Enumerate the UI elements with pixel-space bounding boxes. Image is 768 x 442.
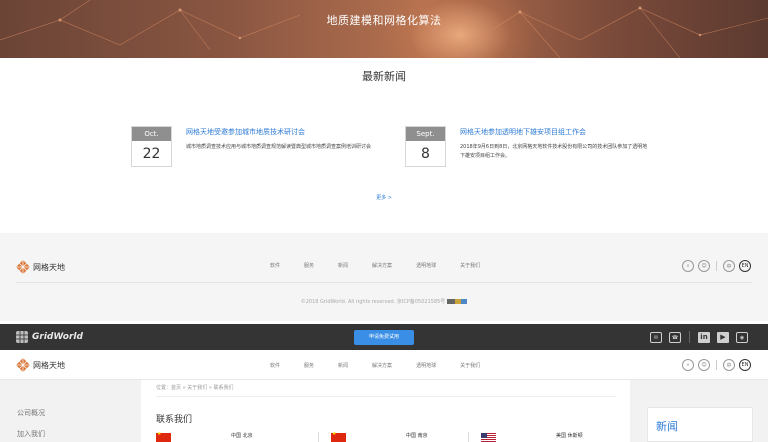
nav-item-software[interactable]: 软件 (270, 262, 280, 269)
side-menu-item-company-overview[interactable]: 公司概况 (17, 408, 45, 418)
nav-item-services[interactable]: 服务 (304, 262, 314, 269)
news-title-link[interactable]: 网格天地参加透明地下雄安项目组工作会 (460, 127, 586, 137)
gridworld-logo-icon (16, 331, 28, 343)
side-panel-title[interactable]: 新闻 (656, 418, 678, 434)
divider (716, 261, 717, 271)
nav-item-software[interactable]: 软件 (270, 362, 280, 369)
gridworld-logo-text: GridWorld (32, 332, 83, 342)
social-icons: ✉ ☎ in ▶ ◉ (643, 331, 748, 343)
logo-text: 网格天地 (33, 262, 65, 272)
police-badge-icon (447, 299, 468, 304)
content-area: 公司概况 加入我们 位置：首页 » 关于我们 » 联系我们 联系我们 中国 北京… (0, 380, 768, 442)
news-side-panel: 新闻 (647, 407, 753, 442)
logo-icon (16, 260, 30, 274)
nav-links: 软件 服务 新闻 解决方案 透明地球 关于我们 (270, 262, 504, 269)
page-title: 联系我们 (156, 415, 193, 425)
main-panel: 位置：首页 » 关于我们 » 联系我们 联系我们 中国 北京 中国 南京 美国 … (141, 380, 630, 442)
linkedin-icon[interactable]: in (698, 331, 710, 343)
office-city: 美国 休斯顿 (556, 433, 583, 439)
divider (716, 360, 717, 370)
logo-icon (16, 358, 30, 372)
divider (689, 331, 690, 343)
section-heading: 最新新闻 (362, 70, 406, 83)
nav-item-transparent-earth[interactable]: 透明地球 (416, 362, 436, 369)
hero-network-graphic (0, 0, 768, 58)
divider (318, 432, 319, 442)
search-icon[interactable]: ⌕ (682, 260, 694, 272)
footer: 网格天地 软件 服务 新闻 解决方案 透明地球 关于我们 ⌕ ☺ 中 EN ©2… (0, 233, 768, 321)
divider (468, 432, 469, 442)
logo[interactable]: 网格天地 (16, 357, 65, 373)
china-flag-icon (156, 431, 171, 442)
office-city: 中国 北京 (231, 433, 253, 439)
calendar-date: Oct. 22 (131, 126, 172, 167)
nav-item-services[interactable]: 服务 (304, 362, 314, 369)
hero-title: 地质建模和网格化算法 (326, 14, 442, 27)
lang-cn-button[interactable]: 中 (723, 260, 735, 272)
hero-banner: 地质建模和网格化算法 (0, 0, 768, 58)
contact-card-icon[interactable]: ☎ (669, 331, 681, 343)
mail-icon[interactable]: ✉ (650, 331, 662, 343)
office-city: 中国 南京 (406, 433, 428, 439)
nav-item-news[interactable]: 新闻 (338, 262, 348, 269)
top-bar: GridWorld 申请免费试用 ✉ ☎ in ▶ ◉ (0, 324, 768, 350)
news-title-link[interactable]: 网格天地受邀参加城市地质技术研讨会 (186, 127, 305, 137)
office-item: 美国 休斯顿 (468, 432, 636, 442)
youtube-icon[interactable]: ▶ (717, 331, 729, 343)
calendar-day: 8 (421, 146, 430, 162)
side-menu: 公司概况 加入我们 (17, 408, 45, 442)
calendar-month: Oct. (132, 127, 171, 141)
breadcrumb: 位置：首页 » 关于我们 » 联系我们 (156, 385, 234, 391)
footer-nav: 网格天地 软件 服务 新闻 解决方案 透明地球 关于我们 ⌕ ☺ 中 EN (0, 251, 768, 283)
usa-flag-icon (481, 433, 496, 442)
nav-tools: ⌕ ☺ 中 EN (678, 260, 751, 272)
logo[interactable]: 网格天地 (16, 259, 65, 275)
china-flag-icon (331, 431, 346, 442)
copyright: ©2018 GridWorld. All rights reserved. 京I… (0, 298, 768, 305)
nav-item-news[interactable]: 新闻 (338, 362, 348, 369)
nav-item-transparent-earth[interactable]: 透明地球 (416, 262, 436, 269)
calendar-month: Sept. (406, 127, 445, 141)
user-icon[interactable]: ☺ (698, 260, 710, 272)
nav-links: 软件 服务 新闻 解决方案 透明地球 关于我们 (270, 362, 504, 369)
office-item: 中国 北京 (156, 431, 311, 442)
side-menu-item-join-us[interactable]: 加入我们 (17, 429, 45, 439)
nav-tools: ⌕ ☺ 中 EN (678, 359, 751, 371)
lang-en-button[interactable]: EN (739, 359, 751, 371)
latest-news-section: 最新新闻 Oct. 22 网格天地受邀参加城市地质技术研讨会 城市地质调查技术应… (0, 58, 768, 233)
logo-text: 网格天地 (33, 360, 65, 370)
divider (156, 396, 616, 397)
more-news-link[interactable]: 更多 > (0, 194, 768, 201)
nav-item-solutions[interactable]: 解决方案 (372, 262, 392, 269)
copyright-text: ©2018 GridWorld. All rights reserved. 京I… (300, 299, 446, 305)
gridworld-logo[interactable]: GridWorld (16, 331, 83, 343)
search-icon[interactable]: ⌕ (682, 359, 694, 371)
lang-en-button[interactable]: EN (739, 260, 751, 272)
nav-item-solutions[interactable]: 解决方案 (372, 362, 392, 369)
calendar-day: 22 (142, 146, 161, 162)
news-item[interactable]: Oct. 22 网格天地受邀参加城市地质技术研讨会 城市地质调查技术应用与城市地… (131, 126, 401, 171)
user-icon[interactable]: ☺ (698, 359, 710, 371)
main-nav: 网格天地 软件 服务 新闻 解决方案 透明地球 关于我们 ⌕ ☺ 中 EN (0, 350, 768, 380)
nav-item-about[interactable]: 关于我们 (460, 262, 480, 269)
divider (16, 282, 752, 283)
news-summary: 2018年9月6日到8日，北京网格天地软件技术股份有限公司的技术团队参加了透明地… (460, 144, 648, 159)
nav-item-about[interactable]: 关于我们 (460, 362, 480, 369)
weibo-icon[interactable]: ◉ (736, 331, 748, 343)
office-item: 中国 南京 (318, 431, 486, 442)
lang-cn-button[interactable]: 中 (723, 359, 735, 371)
calendar-date: Sept. 8 (405, 126, 446, 167)
news-summary: 城市地质调查技术应用与城市地质调查规范解读暨典型城市地质调查案例培训研讨会 (186, 144, 372, 150)
free-trial-button[interactable]: 申请免费试用 (354, 330, 414, 345)
news-item[interactable]: Sept. 8 网格天地参加透明地下雄安项目组工作会 2018年9月6日到8日，… (405, 126, 675, 171)
